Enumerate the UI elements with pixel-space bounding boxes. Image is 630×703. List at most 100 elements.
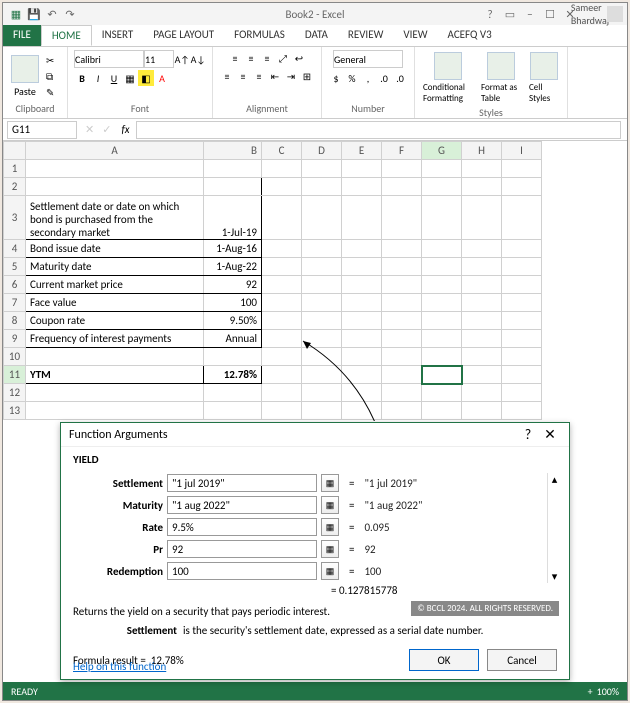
- collapse-dialog-icon[interactable]: ▦: [321, 540, 339, 558]
- row-header[interactable]: 6: [4, 276, 26, 294]
- ok-button[interactable]: OK: [409, 649, 479, 671]
- cell[interactable]: [26, 160, 204, 178]
- row-header[interactable]: 4: [4, 240, 26, 258]
- pr-input[interactable]: [167, 540, 317, 558]
- row-header[interactable]: 3: [4, 196, 26, 240]
- copy-icon[interactable]: ⧉: [45, 69, 61, 83]
- col-header-a[interactable]: A: [26, 142, 204, 160]
- cell-a8[interactable]: Coupon rate: [26, 312, 204, 330]
- align-middle-icon[interactable]: ≡: [243, 50, 259, 66]
- maturity-input[interactable]: [167, 496, 317, 514]
- settlement-input[interactable]: [167, 474, 317, 492]
- save-icon[interactable]: 💾: [27, 7, 41, 21]
- cell-styles-button[interactable]: Cell Styles: [527, 50, 561, 106]
- minimize-icon[interactable]: −: [521, 6, 539, 22]
- increase-indent-icon[interactable]: ⇥: [283, 68, 299, 84]
- cell[interactable]: [204, 384, 262, 402]
- dialog-help-icon[interactable]: ?: [517, 426, 539, 443]
- cell[interactable]: [204, 402, 262, 420]
- row-header[interactable]: 5: [4, 258, 26, 276]
- tab-file[interactable]: FILE: [3, 25, 41, 46]
- rate-input[interactable]: [167, 518, 317, 536]
- cell-b8[interactable]: 9.50%: [204, 312, 262, 330]
- zoom-level[interactable]: +100%: [588, 685, 619, 698]
- row-header[interactable]: 12: [4, 384, 26, 402]
- align-right-icon[interactable]: ≡: [251, 68, 267, 84]
- collapse-dialog-icon[interactable]: ▦: [321, 518, 339, 536]
- dialog-close-icon[interactable]: ✕: [539, 426, 561, 443]
- cell-a5[interactable]: Maturity date: [26, 258, 204, 276]
- scroll-down-icon[interactable]: ▾: [552, 570, 558, 583]
- tab-page-layout[interactable]: PAGE LAYOUT: [143, 25, 224, 46]
- cell-a4[interactable]: Bond issue date: [26, 240, 204, 258]
- cell[interactable]: [204, 160, 262, 178]
- cancel-button[interactable]: Cancel: [487, 649, 557, 671]
- enter-fx-icon[interactable]: ✓: [98, 123, 115, 136]
- tab-data[interactable]: DATA: [295, 25, 338, 46]
- percent-icon[interactable]: %: [344, 70, 360, 86]
- row-header[interactable]: 1: [4, 160, 26, 178]
- format-as-table-button[interactable]: Format as Table: [479, 50, 523, 106]
- arg-scrollbar[interactable]: ▴▾: [547, 473, 561, 583]
- fx-icon[interactable]: fx: [115, 123, 135, 136]
- tab-view[interactable]: VIEW: [393, 25, 437, 46]
- redemption-input[interactable]: [167, 562, 317, 580]
- underline-icon[interactable]: U: [106, 70, 122, 86]
- orientation-icon[interactable]: ⤢: [275, 50, 291, 66]
- cell-b11[interactable]: 12.78%: [204, 366, 262, 384]
- redo-icon[interactable]: ↷: [63, 7, 77, 21]
- tab-formulas[interactable]: FORMULAS: [224, 25, 295, 46]
- row-header[interactable]: 2: [4, 178, 26, 196]
- row-header[interactable]: 13: [4, 402, 26, 420]
- collapse-dialog-icon[interactable]: ▦: [321, 562, 339, 580]
- format-painter-icon[interactable]: ✎: [45, 85, 61, 99]
- number-format-select[interactable]: [333, 50, 403, 68]
- col-header-c[interactable]: C: [262, 142, 302, 160]
- name-box[interactable]: [7, 121, 77, 139]
- decrease-font-icon[interactable]: A↓: [190, 51, 206, 67]
- fill-color-icon[interactable]: ◧: [138, 70, 154, 86]
- worksheet-grid[interactable]: A B C D E F G H I 1 2 3Settlement date o…: [3, 141, 627, 421]
- col-header-e[interactable]: E: [342, 142, 382, 160]
- cell-b4[interactable]: 1-Aug-16: [204, 240, 262, 258]
- col-header-h[interactable]: H: [462, 142, 502, 160]
- cell-a7[interactable]: Face value: [26, 294, 204, 312]
- cell[interactable]: [204, 348, 262, 366]
- undo-icon[interactable]: ↶: [45, 7, 59, 21]
- collapse-dialog-icon[interactable]: ▦: [321, 474, 339, 492]
- bold-icon[interactable]: B: [74, 70, 90, 86]
- ribbon-display-icon[interactable]: ▭: [501, 6, 519, 22]
- align-bottom-icon[interactable]: ≡: [259, 50, 275, 66]
- row-header[interactable]: 10: [4, 348, 26, 366]
- cell-b9[interactable]: Annual: [204, 330, 262, 348]
- italic-icon[interactable]: I: [90, 70, 106, 86]
- select-all-corner[interactable]: [4, 142, 26, 160]
- decrease-indent-icon[interactable]: ⇤: [267, 68, 283, 84]
- cell-b3[interactable]: 1-Jul-19: [204, 196, 262, 240]
- cell-a11[interactable]: YTM: [26, 366, 204, 384]
- tab-insert[interactable]: INSERT: [92, 25, 144, 46]
- cell-b6[interactable]: 92: [204, 276, 262, 294]
- font-name-select[interactable]: [74, 50, 144, 68]
- active-cell-g11[interactable]: [422, 366, 462, 384]
- cancel-fx-icon[interactable]: ✕: [81, 123, 98, 136]
- font-color-icon[interactable]: A: [154, 70, 170, 86]
- help-icon[interactable]: ?: [481, 6, 499, 22]
- col-header-g[interactable]: G: [422, 142, 462, 160]
- cell-a3[interactable]: Settlement date or date on which bond is…: [26, 196, 204, 240]
- help-link[interactable]: Help on this function: [73, 660, 166, 673]
- user-avatar-icon[interactable]: [607, 6, 623, 22]
- row-header[interactable]: 9: [4, 330, 26, 348]
- cell-a9[interactable]: Frequency of interest payments: [26, 330, 204, 348]
- row-header[interactable]: 11: [4, 366, 26, 384]
- row-header[interactable]: 8: [4, 312, 26, 330]
- cell[interactable]: [26, 178, 204, 196]
- dialog-title-bar[interactable]: Function Arguments ? ✕: [61, 423, 569, 447]
- align-center-icon[interactable]: ≡: [235, 68, 251, 84]
- font-size-select[interactable]: [144, 50, 174, 68]
- decrease-decimal-icon[interactable]: .0: [392, 70, 408, 86]
- row-header[interactable]: 7: [4, 294, 26, 312]
- cell[interactable]: [26, 348, 204, 366]
- cell-b7[interactable]: 100: [204, 294, 262, 312]
- cell[interactable]: [204, 178, 262, 196]
